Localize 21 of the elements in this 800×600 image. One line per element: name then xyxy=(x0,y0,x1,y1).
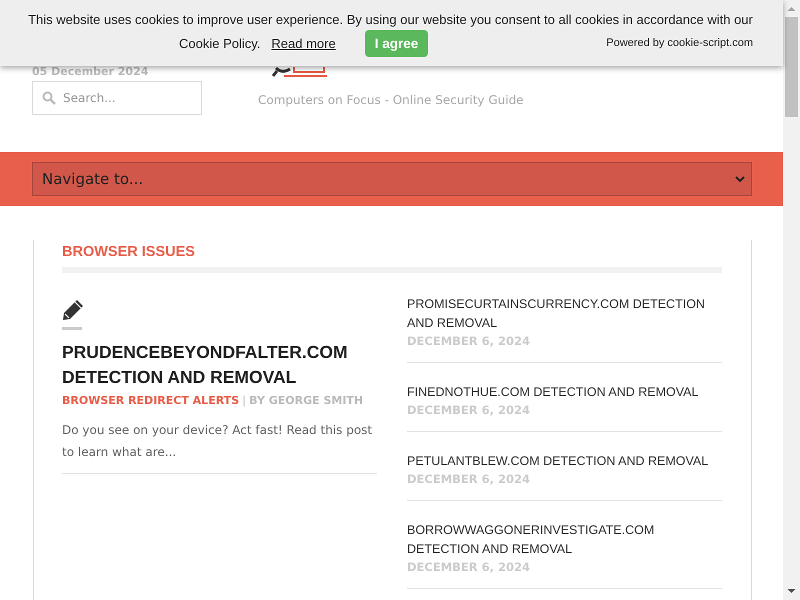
post-title[interactable]: FINEDNOTHUE.COM DETECTION AND REMOVAL xyxy=(407,383,722,402)
search-field[interactable]: Search... xyxy=(32,81,202,115)
navigation-select[interactable]: Navigate to... xyxy=(32,162,752,196)
pencil-icon xyxy=(62,299,84,321)
separator-text: | xyxy=(242,394,246,407)
date-text: 05 December 2024 xyxy=(32,65,148,80)
section-title: BROWSER ISSUES xyxy=(62,244,196,260)
post-title[interactable]: PETULANTBLEW.COM DETECTION AND REMOVAL xyxy=(407,452,722,471)
post-title[interactable]: BORROWWAGGONERINVESTIGATE.COM DETECTION AND REMOVAL xyxy=(407,521,722,559)
post-title[interactable]: PROMISECURTAINSCURRENCY.COM DETECTION AND REMOVAL xyxy=(407,295,722,333)
post-title[interactable]: PRUDENCEBEYONDFALTER.COM DETECTION AND REMOVAL xyxy=(62,340,377,390)
read-more-link[interactable]: Read more xyxy=(271,36,336,50)
chevron-down-icon xyxy=(735,176,745,182)
scrollbar-drawing[interactable] xyxy=(783,0,800,600)
powered-by-text: Powered by cookie-script.com xyxy=(606,37,753,49)
search-icon xyxy=(42,91,56,105)
post-excerpt: Do you see on your device? Act fast! Read this post to learn what are... xyxy=(62,422,374,461)
cookie-policy-text: Cookie Policy. xyxy=(179,36,260,50)
cookie-message: This website uses cookies to improve user experience. By using our website you consent to all cookies in accordance with our xyxy=(28,11,753,28)
author-text: BY GEORGE SMITH xyxy=(249,394,364,407)
site-tagline: Computers on Focus - Online Security Guide xyxy=(258,93,524,107)
